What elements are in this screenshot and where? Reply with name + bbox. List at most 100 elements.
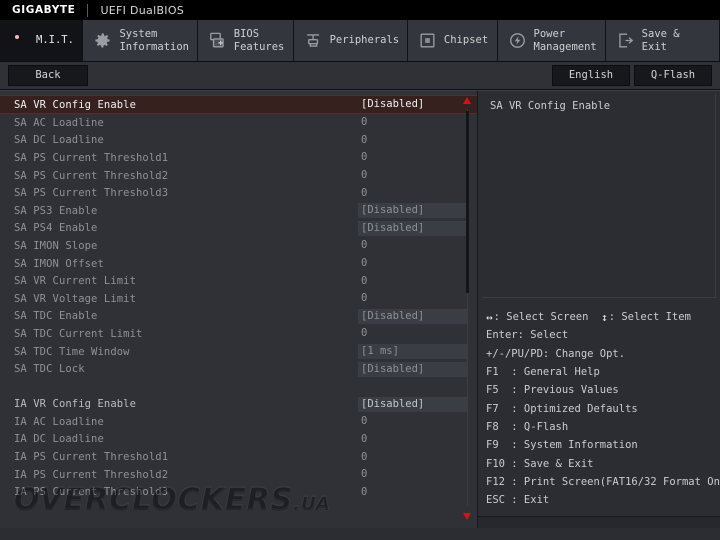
- help-pane: SA VR Config Enable ↔: Select Screen ↕: …: [478, 90, 720, 528]
- setting-row[interactable]: IA PS Current Threshold1 0: [0, 448, 477, 466]
- setting-value[interactable]: 0: [358, 115, 468, 130]
- setting-row[interactable]: SA VR Current Limit 0: [0, 272, 477, 290]
- uefi-dualbios-label: UEFI DualBIOS: [100, 3, 185, 17]
- tab-peripherals[interactable]: Peripherals: [293, 20, 408, 61]
- key-legend-text: F10 : Save & Exit: [486, 457, 594, 470]
- key-legend-text: : Select Item: [608, 311, 691, 324]
- back-button[interactable]: Back: [8, 65, 88, 86]
- setting-row[interactable]: SA PS Current Threshold2 0: [0, 167, 477, 185]
- setting-row[interactable]: IA VR Config Enable [Disabled]: [0, 396, 477, 414]
- brand-divider: [87, 3, 89, 17]
- setting-row[interactable]: IA AC Loadline 0: [0, 413, 477, 431]
- setting-value[interactable]: 0: [358, 133, 468, 148]
- settings-list-pane: SA VR Config Enable [Disabled] SA AC Loadl…: [0, 90, 478, 528]
- exit-arrow-icon: [616, 31, 635, 50]
- setting-row[interactable]: SA PS Current Threshold3 0: [0, 184, 477, 202]
- setting-row[interactable]: SA AC Loadline 0: [0, 114, 477, 132]
- setting-row[interactable]: SA PS4 Enable [Disabled]: [0, 220, 477, 238]
- tab-label: BIOS Features: [233, 28, 285, 53]
- brand-bar: GIGABYTE UEFI DualBIOS: [0, 0, 720, 20]
- setting-value[interactable]: 0: [358, 414, 468, 429]
- tab-m-i-t[interactable]: M.I.T.: [0, 20, 84, 61]
- setting-value[interactable]: 0: [358, 186, 468, 201]
- tab-label: Save & Exit: [641, 28, 680, 53]
- setting-value[interactable]: [Disabled]: [358, 361, 468, 377]
- tab-system-information[interactable]: System Information: [83, 20, 198, 61]
- setting-value[interactable]: [Disabled]: [358, 203, 468, 219]
- tab-power-management[interactable]: Power Management: [497, 20, 606, 61]
- setting-row[interactable]: IA PS Current Threshold3 0: [0, 483, 477, 501]
- setting-value[interactable]: [Disabled]: [358, 396, 468, 412]
- setting-value[interactable]: [Disabled]: [358, 97, 468, 112]
- setting-row[interactable]: SA VR Voltage Limit 0: [0, 290, 477, 308]
- key-legend: ↔: Select Screen ↕: Select Item Enter: Se…: [478, 298, 720, 509]
- settings-scrollbar[interactable]: [461, 93, 473, 526]
- setting-row[interactable]: IA DC Loadline 0: [0, 431, 477, 449]
- setting-label: SA DC Loadline: [14, 134, 104, 147]
- setting-label: SA PS3 Enable: [14, 204, 98, 217]
- setting-label: SA VR Current Limit: [14, 275, 137, 288]
- setting-value[interactable]: 0: [358, 274, 468, 289]
- setting-row[interactable]: SA PS3 Enable [Disabled]: [0, 202, 477, 220]
- setting-value[interactable]: 0: [358, 168, 468, 183]
- setting-value[interactable]: [1 ms]: [358, 344, 468, 360]
- scroll-up-arrow-icon[interactable]: [463, 97, 471, 104]
- tab-chipset[interactable]: Chipset: [407, 20, 498, 61]
- key-legend-line: F8 : Q-Flash: [486, 418, 720, 436]
- key-legend-line: F10 : Save & Exit: [486, 454, 720, 472]
- setting-row[interactable]: SA VR Config Enable [Disabled]: [0, 95, 477, 114]
- setting-label: SA TDC Current Limit: [14, 327, 143, 340]
- setting-value[interactable]: [Disabled]: [358, 220, 468, 236]
- setting-row[interactable]: SA TDC Current Limit 0: [0, 325, 477, 343]
- up-down-arrow-icon: ↕: [601, 310, 608, 324]
- tab-bios-features[interactable]: BIOS Features: [197, 20, 294, 61]
- setting-value[interactable]: 0: [358, 326, 468, 341]
- setting-value[interactable]: 0: [358, 450, 468, 465]
- key-legend-line: ESC : Exit: [486, 491, 720, 509]
- setting-row[interactable]: SA IMON Slope 0: [0, 237, 477, 255]
- setting-value[interactable]: 0: [358, 467, 468, 482]
- key-legend-text: : Select Screen: [493, 311, 602, 324]
- setting-label: IA PS Current Threshold1: [14, 451, 169, 464]
- key-legend-text: F12 : Print Screen(FAT16/32 Format Only): [486, 475, 720, 488]
- setting-value[interactable]: 0: [358, 432, 468, 447]
- tab-label: Chipset: [443, 34, 489, 47]
- gear-icon: [93, 31, 112, 50]
- setting-row[interactable]: SA TDC Enable [Disabled]: [0, 308, 477, 326]
- setting-value[interactable]: 0: [358, 238, 468, 253]
- scrollbar-thumb[interactable]: [465, 111, 469, 293]
- setting-row[interactable]: SA DC Loadline 0: [0, 132, 477, 150]
- tab-label: M.I.T.: [36, 34, 74, 47]
- tab-label: System Information: [119, 28, 189, 53]
- key-legend-line: F7 : Optimized Defaults: [486, 399, 720, 417]
- setting-label: IA VR Config Enable: [14, 398, 137, 411]
- language-button[interactable]: English: [552, 65, 630, 86]
- setting-label: SA IMON Offset: [14, 257, 104, 270]
- chipset-icon: [418, 31, 437, 50]
- scroll-down-arrow-icon[interactable]: [463, 513, 471, 520]
- setting-label: IA PS Current Threshold3: [14, 486, 169, 499]
- setting-label: SA PS4 Enable: [14, 222, 98, 235]
- setting-label: SA PS Current Threshold1: [14, 151, 169, 164]
- power-bolt-icon: [508, 31, 527, 50]
- setting-value[interactable]: [Disabled]: [358, 308, 468, 324]
- setting-row[interactable]: SA PS Current Threshold1 0: [0, 149, 477, 167]
- setting-value[interactable]: 0: [358, 291, 468, 306]
- qflash-button[interactable]: Q-Flash: [634, 65, 712, 86]
- key-legend-text: ESC : Exit: [486, 494, 550, 507]
- left-right-arrow-icon: ↔: [486, 310, 493, 324]
- setting-row[interactable]: IA PS Current Threshold2 0: [0, 466, 477, 484]
- gigabyte-logo: GIGABYTE: [12, 4, 76, 16]
- help-description-box: SA VR Config Enable: [482, 94, 716, 298]
- key-legend-text: Enter: Select: [486, 329, 569, 342]
- setting-row[interactable]: SA TDC Time Window [1 ms]: [0, 343, 477, 361]
- tab-save-exit[interactable]: Save & Exit: [605, 20, 720, 61]
- setting-label: SA TDC Lock: [14, 363, 85, 376]
- setting-value[interactable]: 0: [358, 150, 468, 165]
- setting-label: IA PS Current Threshold2: [14, 468, 169, 481]
- setting-row[interactable]: SA IMON Offset 0: [0, 255, 477, 273]
- setting-value[interactable]: 0: [358, 256, 468, 271]
- footer-bar: [478, 516, 720, 528]
- setting-row[interactable]: SA TDC Lock [Disabled]: [0, 360, 477, 378]
- setting-value[interactable]: 0: [358, 485, 468, 500]
